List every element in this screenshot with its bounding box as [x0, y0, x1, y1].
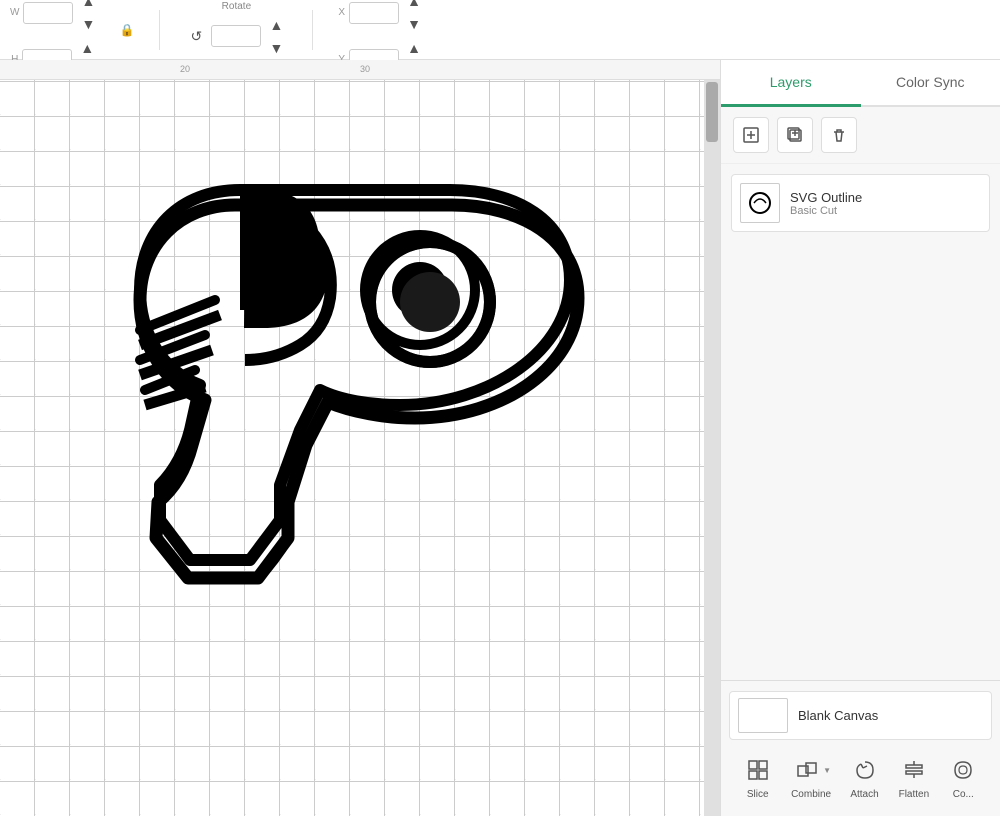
- contour-icon: [947, 754, 979, 786]
- logo-svg: [60, 130, 600, 610]
- bottom-toolbar: Slice ▼ Combine: [729, 748, 992, 806]
- panel-tabs: Layers Color Sync: [721, 60, 1000, 107]
- delete-layer-icon: [830, 126, 848, 144]
- slice-icon: [742, 754, 774, 786]
- flatten-tool[interactable]: Flatten: [898, 754, 930, 800]
- rotate-label: Rotate: [222, 1, 251, 12]
- layer-thumb-svg: [744, 187, 776, 219]
- width-down-btn[interactable]: ▼: [77, 13, 99, 35]
- lock-icon[interactable]: 🔒: [119, 23, 134, 37]
- layer-item[interactable]: SVG Outline Basic Cut: [731, 174, 990, 232]
- ruler-mark-20: 20: [180, 64, 190, 74]
- combine-svg: [795, 758, 819, 782]
- separator-1: [159, 10, 160, 50]
- rotate-up-btn[interactable]: ▲: [265, 14, 287, 36]
- width-input[interactable]: [23, 2, 73, 24]
- delete-layer-btn[interactable]: [821, 117, 857, 153]
- blank-canvas-item[interactable]: Blank Canvas: [729, 691, 992, 740]
- separator-2: [312, 10, 313, 50]
- canvas[interactable]: [0, 80, 704, 816]
- ruler-mark-30: 30: [360, 64, 370, 74]
- rotate-group: Rotate ↺ ▲ ▼: [185, 1, 287, 59]
- layer-name: SVG Outline: [790, 190, 981, 205]
- combine-tool-row: ▼: [791, 754, 831, 786]
- combine-tool[interactable]: ▼ Combine: [791, 754, 831, 800]
- bottom-panel: Blank Canvas Slice: [721, 680, 1000, 816]
- x-label: X: [338, 7, 345, 18]
- duplicate-layer-icon: [786, 126, 804, 144]
- slice-tool[interactable]: Slice: [742, 754, 774, 800]
- layers-content: SVG Outline Basic Cut: [721, 164, 1000, 680]
- combine-dropdown-arrow: ▼: [823, 766, 831, 775]
- height-up-btn[interactable]: ▲: [76, 37, 98, 59]
- layer-thumbnail: [740, 183, 780, 223]
- x-up-btn[interactable]: ▲: [403, 0, 425, 12]
- layer-info: SVG Outline Basic Cut: [790, 190, 981, 217]
- layer-type: Basic Cut: [790, 205, 981, 217]
- x-down-btn[interactable]: ▼: [403, 13, 425, 35]
- slice-svg: [746, 758, 770, 782]
- contour-tool[interactable]: Co...: [947, 754, 979, 800]
- scrollbar-thumb[interactable]: [706, 82, 718, 142]
- x-input[interactable]: [349, 2, 399, 24]
- flatten-icon: [898, 754, 930, 786]
- contour-svg: [951, 758, 975, 782]
- tab-color-sync-label: Color Sync: [896, 74, 964, 90]
- flatten-svg: [902, 758, 926, 782]
- rotate-input[interactable]: [211, 25, 261, 47]
- attach-svg: [853, 758, 877, 782]
- top-toolbar: Size W ▲ ▼ H ▲ ▼ 🔒 Rotate ↺ ▲: [0, 0, 1000, 60]
- blank-canvas-thumbnail: [738, 698, 788, 733]
- panel-toolbar: [721, 107, 1000, 164]
- combine-label: Combine: [791, 789, 831, 800]
- add-layer-icon: [742, 126, 760, 144]
- vertical-scrollbar[interactable]: [704, 80, 720, 816]
- blank-canvas-label: Blank Canvas: [798, 708, 878, 723]
- attach-label: Attach: [850, 789, 878, 800]
- ruler-top: 20 30: [0, 60, 720, 80]
- tab-color-sync[interactable]: Color Sync: [861, 60, 1000, 107]
- attach-tool[interactable]: Attach: [849, 754, 881, 800]
- rotate-down-btn[interactable]: ▼: [265, 37, 287, 59]
- rotate-ccw-btn[interactable]: ↺: [185, 25, 207, 47]
- attach-icon: [849, 754, 881, 786]
- tab-layers[interactable]: Layers: [721, 60, 861, 107]
- slice-label: Slice: [747, 789, 769, 800]
- width-up-btn[interactable]: ▲: [77, 0, 99, 12]
- flatten-label: Flatten: [899, 789, 930, 800]
- w-label: W: [10, 7, 19, 18]
- duplicate-layer-btn[interactable]: [777, 117, 813, 153]
- canvas-area: 20 30: [0, 60, 720, 816]
- combine-icon: [791, 754, 823, 786]
- tab-layers-label: Layers: [770, 74, 812, 90]
- y-up-btn[interactable]: ▲: [403, 37, 425, 59]
- contour-label: Co...: [953, 789, 974, 800]
- main-area: 20 30: [0, 60, 1000, 816]
- add-layer-btn[interactable]: [733, 117, 769, 153]
- right-panel: Layers Color Sync: [720, 60, 1000, 816]
